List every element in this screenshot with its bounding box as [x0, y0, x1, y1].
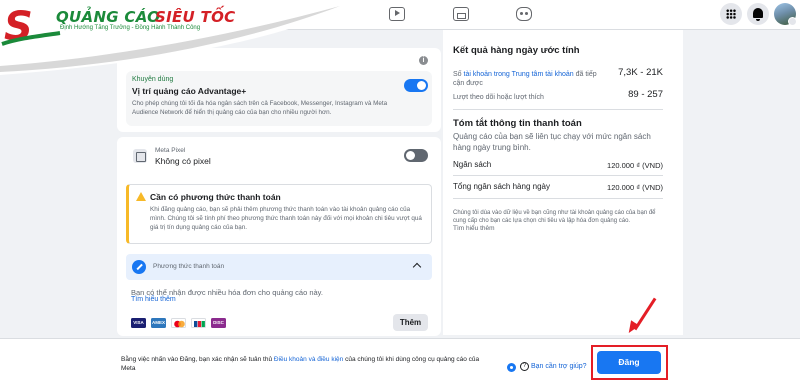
- billing-note: Chúng tôi dùa vào dữ liệu về bạn cũng nh…: [453, 210, 656, 224]
- gaming-icon[interactable]: [516, 7, 532, 21]
- notifications-button[interactable]: [747, 3, 769, 25]
- chevron-up-icon[interactable]: [412, 262, 422, 272]
- discover-card-icon: DISC: [211, 318, 226, 328]
- pixel-value: Không có pixel: [155, 156, 211, 166]
- pixel-toggle[interactable]: [404, 149, 428, 162]
- warning-icon: [136, 192, 146, 201]
- advantage-placements-toggle[interactable]: [404, 79, 428, 92]
- payment-learn-more-link[interactable]: Tìm hiểu thêm: [131, 296, 176, 303]
- logo-watermark: S QUẢNG CÁO SIÊU TỐC Định Hướng Tăng Trư…: [0, 0, 345, 75]
- likes-label: Lượt theo dõi hoặc lượt thích: [453, 94, 544, 101]
- logo-text-red: SIÊU TỐC: [155, 8, 236, 26]
- publish-button[interactable]: Đăng: [597, 351, 661, 374]
- account-caret-icon[interactable]: [788, 17, 797, 26]
- estimates-title: Kết quả hàng ngày ước tính: [453, 45, 580, 56]
- logo-text-green: QUẢNG CÁO: [56, 8, 161, 26]
- reach-label: Số tài khoản trong Trung tâm tài khoản đ…: [453, 71, 597, 87]
- help-link[interactable]: Bạn cần trợ giúp?: [531, 363, 587, 370]
- accounts-center-link[interactable]: tài khoản trong Trung tâm tài khoản: [464, 71, 574, 78]
- advantage-placements-box: Khuyên dùng Vị trí quảng cáo Advantage+ …: [126, 71, 432, 126]
- jcb-card-icon: [191, 318, 206, 328]
- billing-learn-more-link[interactable]: Tìm hiểu thêm: [453, 224, 495, 233]
- total-budget-value: 120.000 ₫ (VND): [607, 183, 663, 192]
- divider: [453, 198, 663, 199]
- visa-card-icon: VISA: [131, 318, 146, 328]
- divider: [453, 175, 663, 176]
- help-indicator-icon: [507, 363, 516, 372]
- bottom-action-bar: Bằng việc nhấn vào Đăng, bạn xác nhận sẽ…: [0, 338, 800, 386]
- divider: [453, 109, 663, 110]
- mastercard-icon: [171, 318, 186, 328]
- terms-text: Bằng việc nhấn vào Đăng, bạn xác nhận sẽ…: [121, 356, 480, 372]
- total-budget-label: Tổng ngân sách hàng ngày: [453, 182, 550, 191]
- payment-method-header[interactable]: Phương thức thanh toán: [126, 254, 432, 280]
- pixel-label: Meta Pixel: [155, 147, 186, 154]
- payment-method-icon: [132, 260, 146, 274]
- payment-summary-title: Tóm tắt thông tin thanh toán: [453, 118, 582, 129]
- likes-value: 89 - 257: [628, 89, 663, 100]
- recommended-label: Khuyên dùng: [132, 76, 174, 83]
- budget-value: 120.000 ₫ (VND): [607, 161, 663, 170]
- payment-warning-description: Khi đăng quảng cáo, bạn sẽ phải thêm phư…: [150, 206, 422, 231]
- marketplace-icon[interactable]: [453, 7, 469, 21]
- terms-link[interactable]: Điều khoản và điều kiện: [274, 356, 343, 363]
- payment-warning-box: Cần có phương thức thanh toán Khi đăng q…: [126, 184, 432, 244]
- summary-panel: Kết quả hàng ngày ước tính Số tài khoản …: [443, 30, 683, 335]
- payment-method-title: Phương thức thanh toán: [153, 263, 225, 270]
- budget-label: Ngân sách: [453, 160, 492, 169]
- reach-value: 7,3K - 21K: [618, 67, 663, 78]
- help-icon[interactable]: ?: [520, 362, 529, 371]
- advantage-placements-title: Vị trí quảng cáo Advantage+: [132, 86, 247, 96]
- payment-warning-title: Cần có phương thức thanh toán: [150, 192, 281, 202]
- advantage-placements-description: Cho phép chúng tôi tối đa hóa ngân sách …: [132, 100, 388, 116]
- menu-button[interactable]: [720, 3, 742, 25]
- logo-tagline: Định Hướng Tăng Trưởng - Đồng Hành Thành…: [60, 25, 201, 31]
- pixel-icon: [133, 149, 147, 163]
- add-payment-button[interactable]: Thêm: [393, 314, 428, 331]
- video-icon[interactable]: [389, 7, 405, 21]
- grid-icon: [726, 9, 736, 19]
- info-icon[interactable]: i: [419, 56, 428, 65]
- amex-card-icon: AMEX: [151, 318, 166, 328]
- bell-icon: [753, 8, 763, 21]
- payment-summary-description: Quảng cáo của bạn sẽ liên tục chạy với m…: [453, 132, 651, 152]
